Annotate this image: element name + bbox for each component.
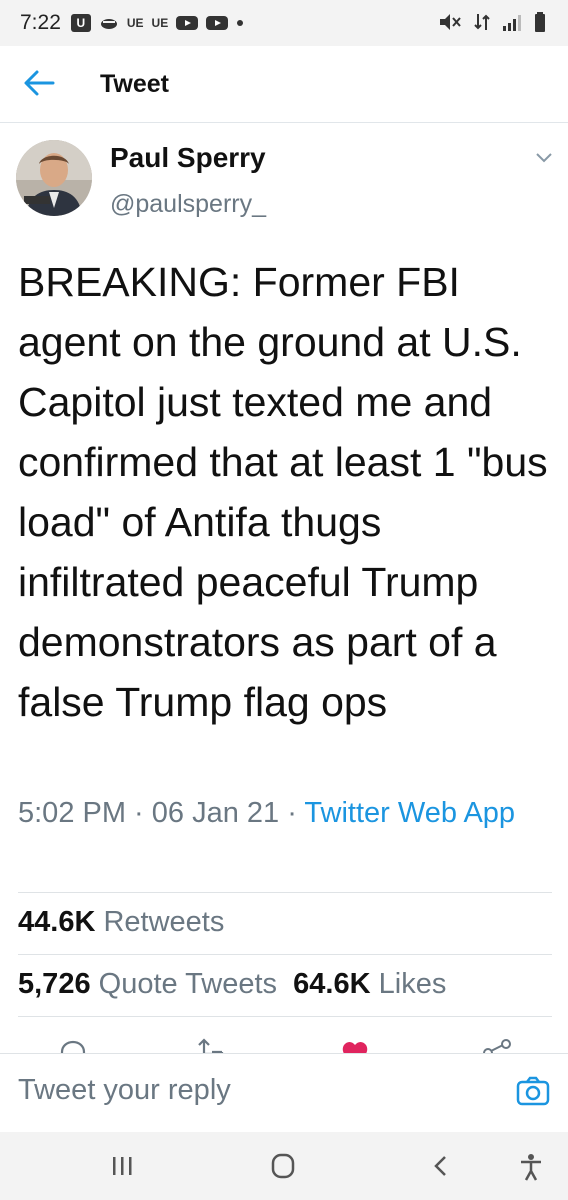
tweet-source-link[interactable]: Twitter Web App — [304, 797, 515, 829]
quote-likes-stats: 5,726 Quote Tweets 64.6K Likes — [18, 968, 446, 1001]
dot-icon — [237, 20, 244, 26]
tweet-text: BREAKING: Former FBI agent on the ground… — [18, 259, 548, 725]
retweets-label: Retweets — [103, 906, 225, 938]
camera-icon[interactable] — [516, 1074, 550, 1108]
reply-bar — [0, 1053, 568, 1132]
data-transfer-icon — [474, 14, 490, 30]
youtube-notification-icon-2 — [206, 16, 229, 30]
quote-tweets-count: 5,726 — [18, 968, 91, 1000]
ue-notification-icon-2: UE — [151, 16, 169, 30]
notification-icons: U UE UE — [70, 14, 244, 32]
mute-icon — [440, 14, 461, 30]
retweet-icon[interactable] — [196, 1038, 230, 1054]
back-arrow-icon[interactable] — [22, 68, 56, 98]
tweet-date: 06 Jan 21 — [151, 797, 280, 829]
back-nav-icon[interactable] — [426, 1152, 456, 1180]
likes-stat[interactable]: 64.6K Likes — [293, 968, 446, 1000]
divider — [18, 1016, 552, 1017]
recent-apps-icon[interactable] — [108, 1152, 138, 1180]
divider — [18, 954, 552, 955]
avatar[interactable] — [16, 140, 92, 216]
action-bar — [0, 1028, 568, 1054]
page-title: Tweet — [100, 70, 169, 98]
author-handle[interactable]: @paulsperry_ — [110, 190, 266, 219]
separator: · — [279, 797, 305, 829]
share-icon[interactable] — [482, 1038, 512, 1054]
tweet-meta: 5:02 PM · 06 Jan 21 · Twitter Web App — [18, 792, 538, 834]
retweets-count: 44.6K — [18, 906, 96, 938]
quote-tweets-label: Quote Tweets — [98, 968, 278, 1000]
reply-icon[interactable] — [58, 1038, 88, 1054]
tweet-time: 5:02 PM — [18, 797, 126, 829]
ue-notification-icon: UE — [126, 16, 144, 30]
retweets-stat[interactable]: 44.6K Retweets — [18, 906, 224, 939]
reply-input[interactable] — [18, 1074, 478, 1107]
likes-label: Likes — [378, 968, 447, 1000]
avatar-image — [16, 140, 92, 216]
separator: · — [126, 797, 152, 829]
battery-icon — [535, 12, 545, 32]
heart-icon[interactable] — [340, 1038, 370, 1054]
header: Tweet — [0, 46, 568, 123]
author-name[interactable]: Paul Sperry — [110, 142, 266, 174]
signal-icon — [503, 15, 521, 31]
home-icon[interactable] — [268, 1152, 298, 1180]
status-bar: 7:22 U UE UE — [0, 0, 568, 46]
u-notification-icon: U — [70, 14, 91, 32]
youtube-notification-icon — [176, 16, 199, 30]
chevron-down-icon[interactable] — [534, 150, 554, 166]
status-time: 7:22 — [20, 11, 61, 34]
cloud-notification-icon — [100, 19, 117, 29]
divider — [18, 892, 552, 893]
system-icons — [438, 12, 546, 32]
likes-count: 64.6K — [293, 968, 371, 1000]
accessibility-icon[interactable] — [516, 1152, 546, 1182]
system-navigation-bar — [0, 1132, 568, 1200]
quote-tweets-stat[interactable]: 5,726 Quote Tweets — [18, 968, 277, 1000]
